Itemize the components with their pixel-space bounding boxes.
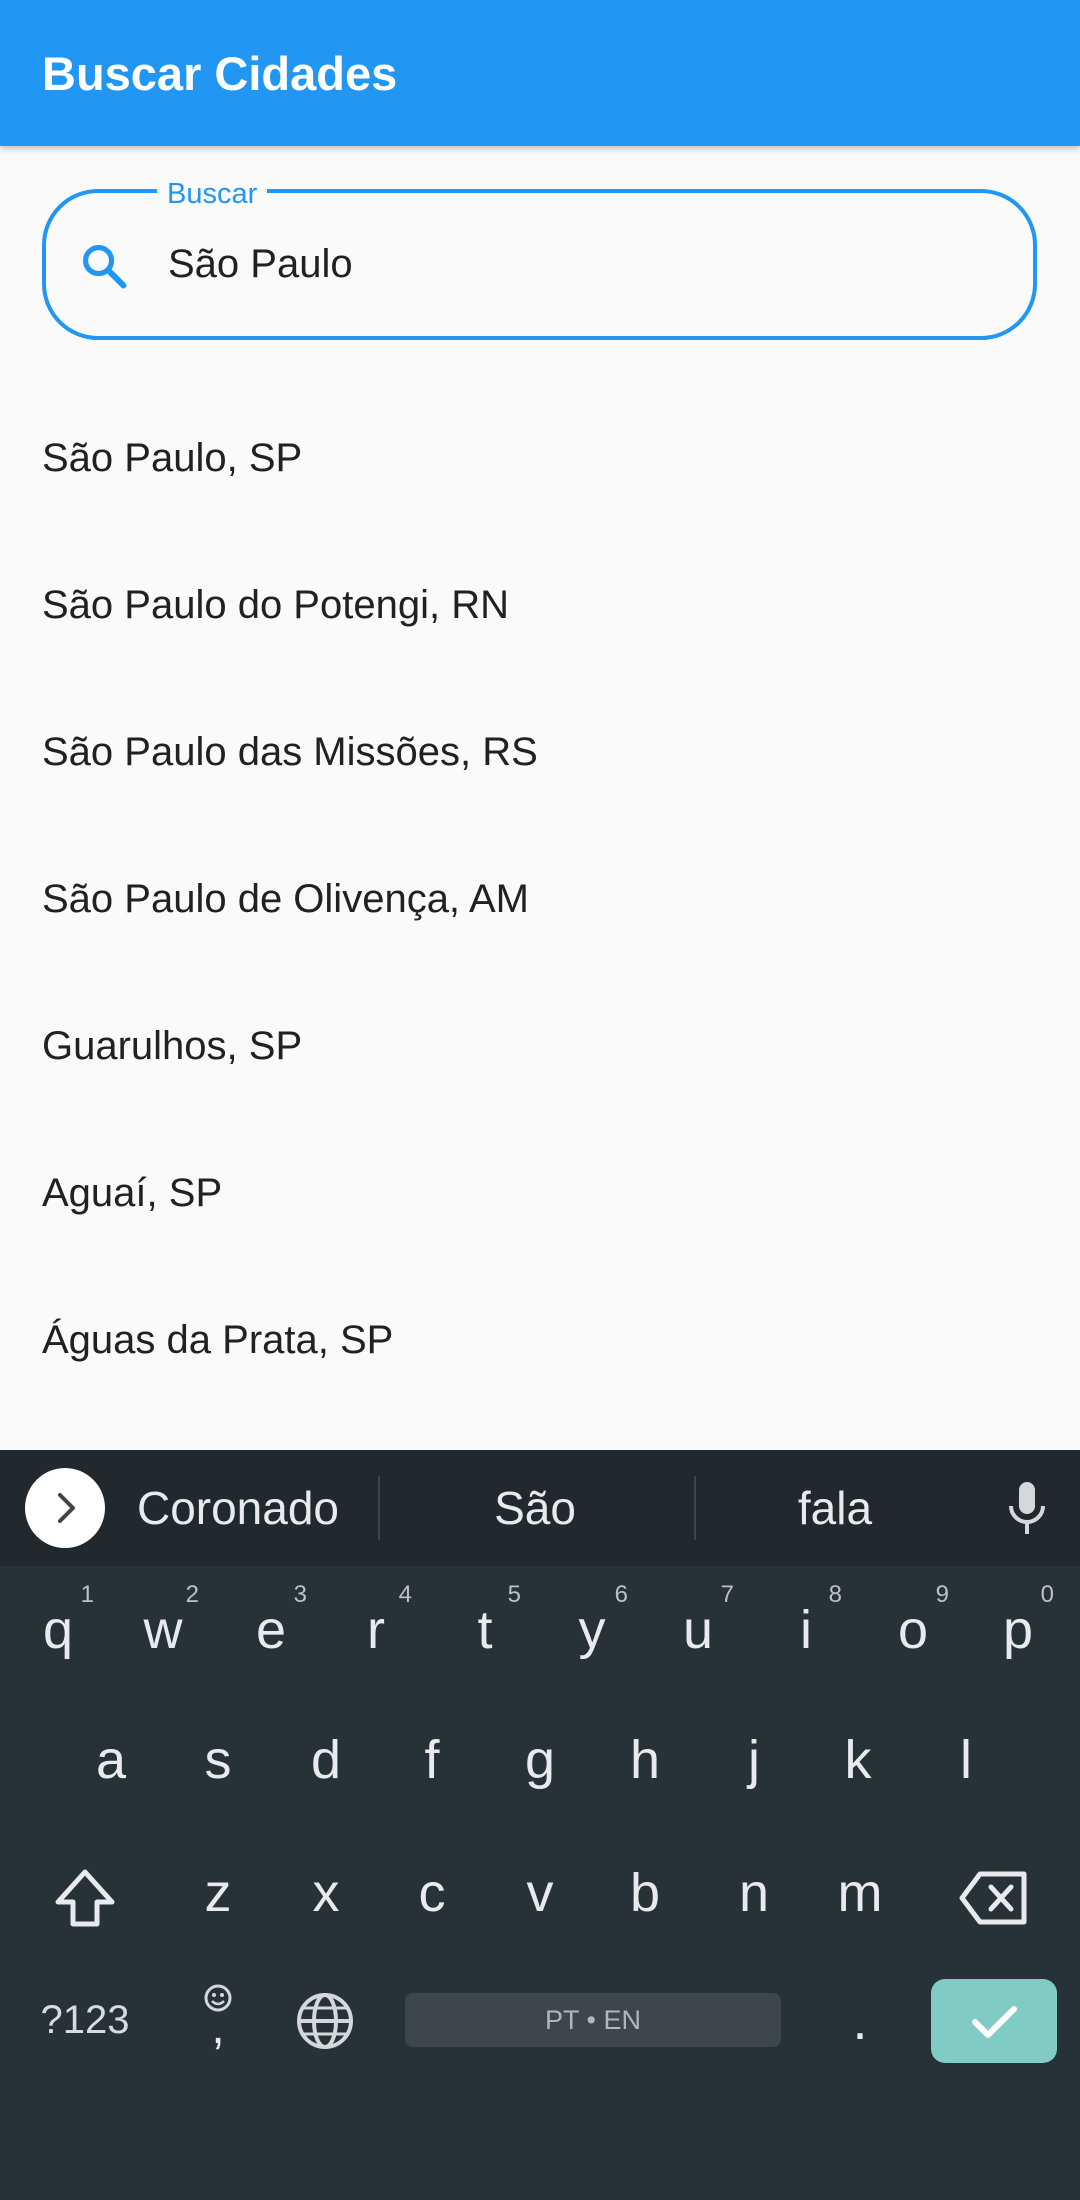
search-input[interactable]: São Paulo [168, 240, 353, 288]
space-key[interactable]: PT • EN [405, 1993, 781, 2047]
checkmark-icon [972, 2006, 1017, 2038]
key-u[interactable]: u7 [650, 1575, 746, 1685]
key-o[interactable]: o9 [865, 1575, 961, 1685]
microphone-icon[interactable] [1004, 1480, 1050, 1536]
suggestion-divider [694, 1476, 696, 1540]
key-y[interactable]: y6 [544, 1575, 640, 1685]
key-q[interactable]: q1 [10, 1575, 106, 1685]
backspace-icon[interactable] [958, 1868, 1030, 1928]
chevron-right-icon [58, 1493, 75, 1523]
key-hint: 4 [398, 1581, 412, 1608]
suggestion-bar: Coronado São fala [0, 1450, 1080, 1566]
key-n[interactable]: n [706, 1838, 802, 1948]
suggestion-1[interactable]: Coronado [128, 1478, 348, 1538]
key-r[interactable]: r4 [328, 1575, 424, 1685]
search-icon [82, 244, 127, 289]
list-item[interactable]: São Paulo do Potengi, RN [0, 532, 1080, 679]
symbols-key[interactable]: ?123 [20, 1990, 150, 2050]
key-j[interactable]: j [706, 1705, 802, 1815]
key-label: i [800, 1600, 812, 1660]
key-e[interactable]: e3 [223, 1575, 319, 1685]
key-w[interactable]: w2 [115, 1575, 211, 1685]
key-hint: 8 [828, 1581, 842, 1608]
key-c[interactable]: c [384, 1838, 480, 1948]
key-z[interactable]: z [170, 1838, 266, 1948]
suggestion-3[interactable]: fala [720, 1478, 950, 1538]
key-d[interactable]: d [278, 1705, 374, 1815]
key-hint: 5 [507, 1581, 521, 1608]
period-key-label: . [852, 1991, 868, 2051]
key-t[interactable]: t5 [437, 1575, 533, 1685]
search-field-label: Buscar [157, 177, 268, 211]
key-label: u [682, 1600, 714, 1660]
key-m[interactable]: m [812, 1838, 908, 1948]
key-a[interactable]: a [63, 1705, 159, 1815]
comma-key-label: , [211, 2001, 225, 2054]
key-label: p [1002, 1600, 1034, 1660]
key-h[interactable]: h [597, 1705, 693, 1815]
list-item[interactable]: Águas da Prata, SP [0, 1267, 1080, 1414]
key-label: y [578, 1600, 606, 1660]
key-f[interactable]: f [384, 1705, 480, 1815]
results-list: São Paulo, SP São Paulo do Potengi, RN S… [0, 385, 1080, 1414]
page-title: Buscar Cidades [42, 47, 398, 100]
key-v[interactable]: v [492, 1838, 588, 1948]
key-label: q [42, 1600, 74, 1660]
globe-icon[interactable] [294, 1990, 356, 2052]
key-hint: 1 [80, 1581, 94, 1608]
app-bar: Buscar Cidades [0, 0, 1080, 146]
suggestion-divider [378, 1476, 380, 1540]
list-item[interactable]: Guarulhos, SP [0, 973, 1080, 1120]
key-x[interactable]: x [278, 1838, 374, 1948]
key-label: e [255, 1600, 287, 1660]
key-hint: 6 [614, 1581, 628, 1608]
key-hint: 0 [1040, 1581, 1054, 1608]
emoji-comma-key[interactable]: , [188, 1980, 248, 2060]
expand-toolbar-button[interactable] [25, 1468, 105, 1548]
key-label: w [143, 1600, 183, 1660]
key-p[interactable]: p0 [970, 1575, 1066, 1685]
list-item[interactable]: São Paulo de Olivença, AM [0, 826, 1080, 973]
key-label: r [367, 1600, 385, 1660]
key-hint: 9 [935, 1581, 949, 1608]
list-item[interactable]: São Paulo, SP [0, 385, 1080, 532]
key-label: o [897, 1600, 929, 1660]
key-g[interactable]: g [492, 1705, 588, 1815]
key-hint: 2 [185, 1581, 199, 1608]
key-i[interactable]: i8 [758, 1575, 854, 1685]
list-item[interactable]: São Paulo das Missões, RS [0, 679, 1080, 826]
shift-icon[interactable] [50, 1864, 120, 1934]
list-item[interactable]: Aguaí, SP [0, 1120, 1080, 1267]
suggestion-2[interactable]: São [420, 1478, 650, 1538]
key-hint: 7 [720, 1581, 734, 1608]
key-k[interactable]: k [810, 1705, 906, 1815]
soft-keyboard: Coronado São fala q1w2e3r4t5y6u7i8o9p0 a… [0, 1450, 1080, 2200]
key-label: t [477, 1600, 493, 1660]
key-s[interactable]: s [170, 1705, 266, 1815]
period-key[interactable]: . [812, 1966, 908, 2076]
key-hint: 3 [293, 1581, 307, 1608]
enter-key[interactable] [931, 1979, 1057, 2063]
key-l[interactable]: l [918, 1705, 1014, 1815]
key-b[interactable]: b [597, 1838, 693, 1948]
